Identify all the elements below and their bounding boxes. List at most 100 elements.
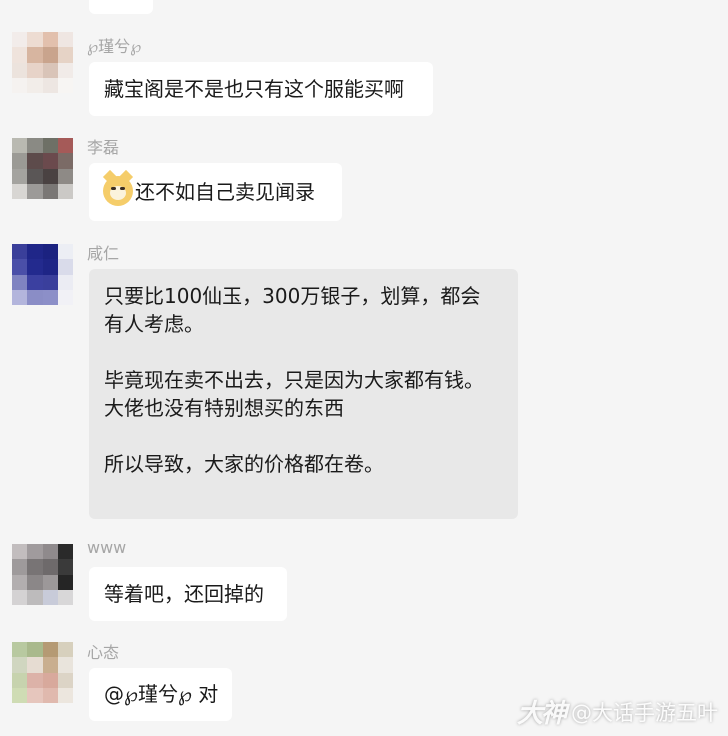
avatar-pixel bbox=[42, 153, 58, 169]
avatar-pixel bbox=[27, 687, 43, 703]
avatar-pixel bbox=[57, 62, 73, 78]
avatar-pixel bbox=[42, 657, 58, 673]
avatar-pixel bbox=[57, 559, 73, 575]
avatar-pixel bbox=[12, 62, 28, 78]
avatar-pixel bbox=[57, 544, 73, 560]
avatar-pixel bbox=[42, 244, 58, 260]
avatar-pixel bbox=[12, 77, 28, 93]
avatar-pixel bbox=[12, 32, 28, 48]
avatar-pixel bbox=[42, 687, 58, 703]
avatar-pixel bbox=[42, 544, 58, 560]
message-text: 藏宝阁是不是也只有这个服能买啊 bbox=[104, 77, 404, 101]
avatar-pixel bbox=[57, 574, 73, 590]
avatar-pixel bbox=[42, 574, 58, 590]
avatar-pixel bbox=[12, 589, 28, 605]
avatar[interactable] bbox=[12, 244, 73, 305]
avatar-pixel bbox=[12, 168, 28, 184]
avatar[interactable] bbox=[12, 642, 73, 703]
avatar-pixel bbox=[57, 168, 73, 184]
avatar[interactable] bbox=[12, 138, 73, 199]
avatar-pixel bbox=[12, 47, 28, 63]
message-paragraph: 所以导致，大家的价格都在卷。 bbox=[104, 452, 384, 476]
avatar-pixel bbox=[57, 642, 73, 658]
avatar-pixel bbox=[57, 47, 73, 63]
avatar-pixel bbox=[42, 183, 58, 199]
message-text: @℘瑾兮℘ 对 bbox=[104, 682, 219, 706]
avatar-pixel bbox=[42, 138, 58, 154]
sender-name: ℘瑾兮℘ bbox=[87, 37, 142, 56]
avatar-pixel bbox=[57, 259, 73, 275]
avatar-pixel bbox=[57, 589, 73, 605]
avatar-pixel bbox=[42, 559, 58, 575]
message-paragraph: 只要比100仙玉，300万银子，划算，都会 有人考虑。 bbox=[104, 284, 481, 336]
avatar-pixel bbox=[12, 244, 28, 260]
avatar-pixel bbox=[42, 32, 58, 48]
avatar-pixel bbox=[42, 259, 58, 275]
avatar[interactable] bbox=[12, 32, 73, 93]
avatar-pixel bbox=[12, 657, 28, 673]
avatar-pixel bbox=[27, 559, 43, 575]
avatar-pixel bbox=[42, 274, 58, 290]
message-bubble[interactable]: 还不如自己卖见闻录 bbox=[89, 163, 342, 221]
watermark-logo: 大神 bbox=[516, 699, 567, 729]
avatar-pixel bbox=[57, 32, 73, 48]
avatar-pixel bbox=[27, 274, 43, 290]
avatar-pixel bbox=[57, 657, 73, 673]
avatar-pixel bbox=[12, 274, 28, 290]
avatar-pixel bbox=[12, 183, 28, 199]
avatar-pixel bbox=[57, 274, 73, 290]
avatar-pixel bbox=[27, 259, 43, 275]
avatar-pixel bbox=[27, 657, 43, 673]
sender-name: 李磊 bbox=[87, 138, 120, 157]
avatar-pixel bbox=[27, 168, 43, 184]
avatar-pixel bbox=[57, 672, 73, 688]
avatar-pixel bbox=[27, 244, 43, 260]
previous-message-bubble bbox=[89, 0, 153, 14]
avatar-pixel bbox=[12, 574, 28, 590]
avatar-pixel bbox=[57, 183, 73, 199]
message-bubble[interactable]: 只要比100仙玉，300万银子，划算，都会 有人考虑。 毕竟现在卖不出去，只是因… bbox=[89, 269, 518, 519]
avatar-pixel bbox=[12, 153, 28, 169]
sender-name: www bbox=[87, 538, 127, 557]
avatar-pixel bbox=[12, 138, 28, 154]
avatar-pixel bbox=[42, 47, 58, 63]
avatar-pixel bbox=[12, 259, 28, 275]
message-bubble[interactable]: @℘瑾兮℘ 对 bbox=[89, 668, 232, 721]
message-text: 等着吧，还回掉的 bbox=[104, 582, 264, 606]
avatar-pixel bbox=[27, 153, 43, 169]
avatar-pixel bbox=[27, 574, 43, 590]
avatar-pixel bbox=[57, 77, 73, 93]
message-bubble[interactable]: 等着吧，还回掉的 bbox=[89, 567, 287, 621]
avatar-pixel bbox=[42, 589, 58, 605]
avatar-pixel bbox=[12, 544, 28, 560]
message-bubble[interactable]: 藏宝阁是不是也只有这个服能买啊 bbox=[89, 62, 433, 116]
doge-emoji-icon bbox=[103, 176, 133, 206]
avatar-pixel bbox=[27, 589, 43, 605]
avatar-pixel bbox=[27, 544, 43, 560]
watermark-text: @大话手游五叶 bbox=[571, 700, 718, 725]
avatar-pixel bbox=[42, 168, 58, 184]
avatar-pixel bbox=[27, 183, 43, 199]
avatar-pixel bbox=[42, 672, 58, 688]
avatar-pixel bbox=[27, 138, 43, 154]
avatar-pixel bbox=[27, 289, 43, 305]
sender-name: 咸仁 bbox=[87, 244, 120, 263]
avatar-pixel bbox=[12, 559, 28, 575]
avatar-pixel bbox=[57, 289, 73, 305]
message-paragraph: 毕竟现在卖不出去，只是因为大家都有钱。 大佬也没有特别想买的东西 bbox=[104, 368, 484, 420]
avatar-pixel bbox=[12, 687, 28, 703]
avatar-pixel bbox=[57, 138, 73, 154]
avatar-pixel bbox=[57, 153, 73, 169]
avatar-pixel bbox=[57, 244, 73, 260]
avatar-pixel bbox=[27, 642, 43, 658]
avatar-pixel bbox=[27, 672, 43, 688]
avatar-pixel bbox=[12, 642, 28, 658]
watermark: 大神 @大话手游五叶 bbox=[517, 693, 718, 730]
avatar[interactable] bbox=[12, 544, 73, 605]
avatar-pixel bbox=[42, 62, 58, 78]
avatar-pixel bbox=[27, 62, 43, 78]
avatar-pixel bbox=[42, 289, 58, 305]
avatar-pixel bbox=[27, 47, 43, 63]
avatar-pixel bbox=[57, 687, 73, 703]
sender-name: 心态 bbox=[87, 643, 120, 662]
